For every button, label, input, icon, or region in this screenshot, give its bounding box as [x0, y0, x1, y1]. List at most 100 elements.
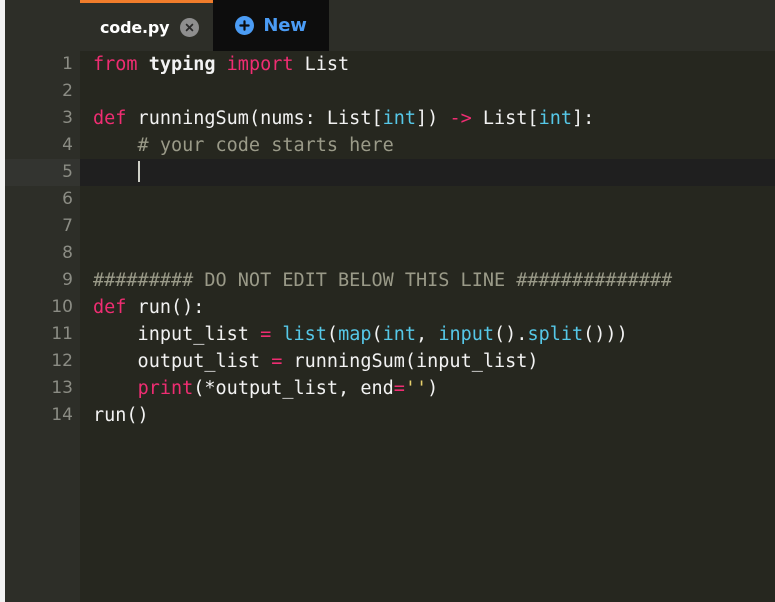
line-number-gutter: 2 [5, 78, 80, 105]
code-token: input_list [93, 324, 261, 345]
line-number-gutter: 11 [5, 321, 80, 348]
code-token: print [137, 378, 194, 399]
code-line-text[interactable]: input_list = list(map(int, input().split… [80, 321, 775, 348]
line-number: 2 [62, 81, 73, 101]
code-line-text[interactable] [80, 78, 775, 105]
text-cursor [137, 161, 140, 182]
code-token: List [304, 54, 350, 75]
code-token: typing [148, 54, 216, 75]
line-number: 4 [62, 135, 73, 155]
code-token: , [416, 324, 439, 345]
code-token: (*output_list, end [193, 378, 394, 399]
code-line-row[interactable]: 7 [5, 213, 775, 240]
tab-code-py[interactable]: code.py [80, 0, 214, 51]
code-line-list: 1 from typing import List 2 3 def runningSum… [5, 51, 775, 429]
line-number-gutter: 8 [5, 240, 80, 267]
code-token: '' [404, 378, 428, 399]
line-number: 9 [62, 270, 73, 290]
line-number-gutter: 5 [5, 159, 80, 186]
code-token: = [271, 351, 283, 372]
line-number: 3 [62, 108, 73, 128]
code-line-text[interactable]: def runningSum(nums: List[int]) -> List[… [80, 105, 775, 132]
line-number: 13 [51, 378, 73, 398]
new-tab-label: New [263, 15, 307, 36]
code-token: ( [326, 324, 339, 345]
code-token: ]: [571, 108, 595, 129]
code-token: import [226, 54, 294, 75]
editor-tab-bar: code.py New [5, 0, 775, 51]
code-token: int [382, 108, 417, 129]
new-tab-button[interactable]: New [213, 0, 329, 51]
code-token: runningSum(nums: List[ [126, 108, 383, 129]
code-line-text[interactable] [80, 240, 775, 267]
code-line-row[interactable]: 2 [5, 78, 775, 105]
code-line-row[interactable]: 5 [5, 159, 775, 186]
line-number-gutter: 12 [5, 348, 80, 375]
code-line-row[interactable]: 11 input_list = list(map(int, input().sp… [5, 321, 775, 348]
line-number-gutter: 13 [5, 375, 80, 402]
code-line-row[interactable]: 13 print(*output_list, end='') [5, 375, 775, 402]
code-line-row[interactable]: 4 # your code starts here [5, 132, 775, 159]
code-editor-area[interactable]: 1 from typing import List 2 3 def runningSum… [5, 51, 775, 602]
line-number-gutter: 14 [5, 402, 80, 429]
code-token: runningSum(input_list) [282, 351, 539, 372]
code-token: (). [494, 324, 528, 345]
code-line-text[interactable] [80, 213, 775, 240]
line-number-gutter: 9 [5, 267, 80, 294]
line-number: 14 [51, 405, 73, 425]
code-token: ( [371, 324, 383, 345]
code-line-row[interactable]: 8 [5, 240, 775, 267]
code-token: -> [449, 108, 472, 129]
code-line-row[interactable]: 3 def runningSum(nums: List[int]) -> List… [5, 105, 775, 132]
code-line-text[interactable]: # your code starts here [80, 132, 775, 159]
code-token: ) [427, 378, 439, 399]
code-line-text[interactable] [80, 159, 775, 186]
code-token: from [93, 54, 138, 75]
code-token: int [538, 108, 572, 129]
code-token: output_list [93, 351, 272, 372]
code-token: ())) [583, 324, 628, 345]
line-number: 10 [51, 297, 73, 317]
code-token: run() [93, 405, 149, 426]
code-line-row[interactable]: 12 output_list = runningSum(input_list) [5, 348, 775, 375]
code-token: run(): [126, 297, 205, 318]
code-token: # your code starts here [93, 135, 394, 156]
code-line-text[interactable]: print(*output_list, end='') [80, 375, 775, 402]
plus-circle-icon [235, 16, 255, 35]
code-line-row[interactable]: 1 from typing import List [5, 51, 775, 78]
code-token: input [438, 324, 495, 345]
line-number-gutter: 4 [5, 132, 80, 159]
code-token: ######### DO NOT EDIT BELOW THIS LINE ##… [93, 270, 673, 291]
tab-bar-spacer [5, 0, 80, 51]
line-number-gutter: 10 [5, 294, 89, 321]
code-line-text[interactable] [80, 186, 775, 213]
close-circle-icon[interactable] [180, 17, 200, 37]
code-line-row[interactable]: 14 run() [5, 402, 775, 429]
line-number: 8 [62, 243, 73, 263]
code-line-text[interactable]: def run(): [80, 294, 775, 321]
code-token: int [382, 324, 417, 345]
code-token: = [260, 324, 272, 345]
code-line-row[interactable]: 6 [5, 186, 775, 213]
code-token: ]) [416, 108, 450, 129]
line-number: 6 [62, 189, 73, 209]
code-token: split [527, 324, 584, 345]
line-number-gutter: 3 [5, 105, 89, 132]
code-line-row[interactable]: 10 def run(): [5, 294, 775, 321]
tab-label: code.py [100, 17, 170, 37]
code-line-text[interactable]: run() [80, 402, 775, 429]
code-line-row[interactable]: 9 ######### DO NOT EDIT BELOW THIS LINE #… [5, 267, 775, 294]
code-editor-window: code.py New 1 from typing import List 2 3 de… [0, 0, 775, 602]
code-token: list [282, 324, 327, 345]
code-token: def [93, 297, 127, 318]
code-line-text[interactable]: from typing import List [80, 51, 775, 78]
code-line-text[interactable]: ######### DO NOT EDIT BELOW THIS LINE ##… [80, 267, 775, 294]
code-token: = [393, 378, 405, 399]
code-line-text[interactable]: output_list = runningSum(input_list) [80, 348, 775, 375]
